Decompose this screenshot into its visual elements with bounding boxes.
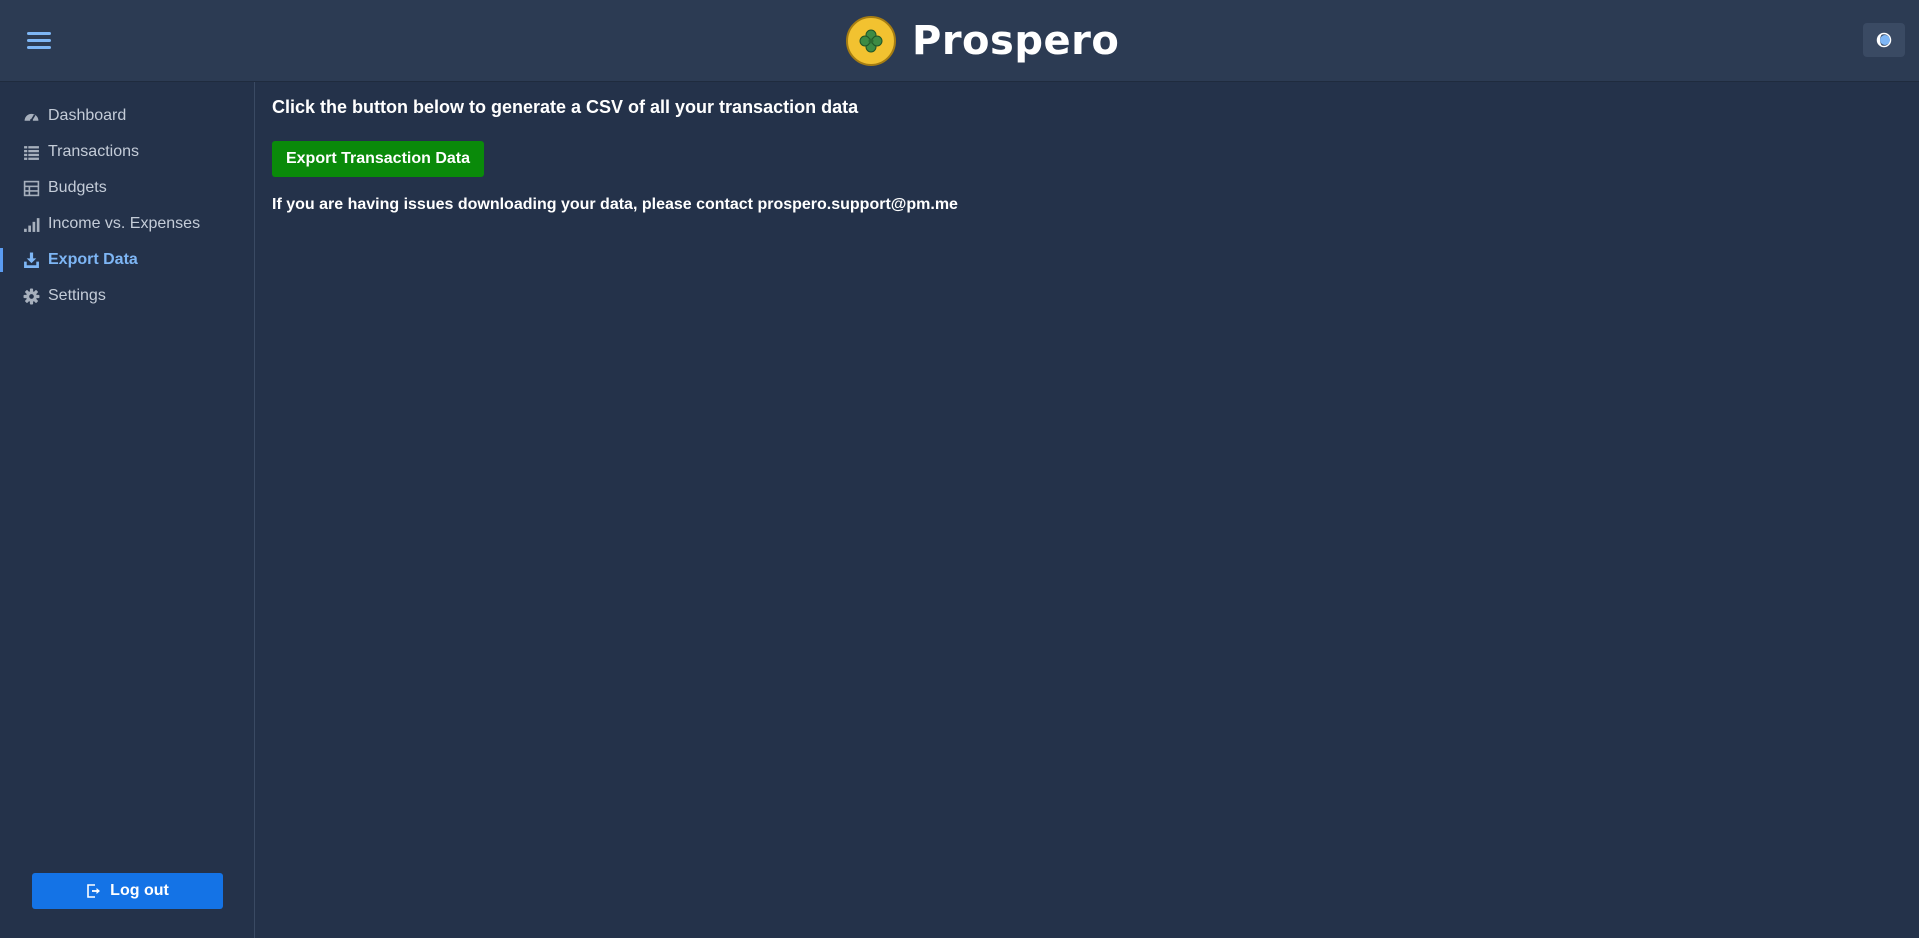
gear-icon xyxy=(23,288,40,305)
sidebar-item-label: Dashboard xyxy=(48,107,127,124)
table-icon xyxy=(23,180,40,197)
four-leaf-clover-icon xyxy=(846,16,896,66)
brand-name: Prospero xyxy=(912,18,1120,64)
speedometer-icon xyxy=(23,108,40,125)
support-message: If you are having issues downloading you… xyxy=(272,196,958,213)
brand[interactable]: Prospero xyxy=(846,14,1119,68)
bar-chart-icon xyxy=(23,216,40,233)
export-transaction-data-button[interactable]: Export Transaction Data xyxy=(272,141,484,177)
top-header: Prospero xyxy=(0,0,1919,82)
download-icon xyxy=(23,252,40,269)
sidebar-item-export-data[interactable]: Export Data xyxy=(0,242,254,278)
half-moon-icon xyxy=(1876,32,1892,48)
sidebar-item-label: Budgets xyxy=(48,179,107,196)
theme-toggle-button[interactable] xyxy=(1863,23,1905,57)
sidebar-item-label: Export Data xyxy=(48,251,138,268)
hamburger-menu-icon[interactable] xyxy=(24,28,56,54)
sidebar-item-label: Settings xyxy=(48,287,106,304)
sidebar-item-income-vs-expenses[interactable]: Income vs. Expenses xyxy=(0,206,254,242)
sidebar-nav: Dashboard Transactions Budgets Income vs… xyxy=(0,82,254,314)
page-heading: Click the button below to generate a CSV… xyxy=(272,97,859,117)
list-icon xyxy=(23,144,40,161)
logout-icon xyxy=(86,883,102,899)
logout-label: Log out xyxy=(110,882,169,899)
sidebar-item-settings[interactable]: Settings xyxy=(0,278,254,314)
sidebar-item-label: Transactions xyxy=(48,143,139,160)
sidebar-item-label: Income vs. Expenses xyxy=(48,215,201,232)
logout-button[interactable]: Log out xyxy=(32,873,223,909)
sidebar-item-transactions[interactable]: Transactions xyxy=(0,134,254,170)
sidebar: Dashboard Transactions Budgets Income vs… xyxy=(0,82,255,938)
sidebar-item-budgets[interactable]: Budgets xyxy=(0,170,254,206)
sidebar-item-dashboard[interactable]: Dashboard xyxy=(0,98,254,134)
